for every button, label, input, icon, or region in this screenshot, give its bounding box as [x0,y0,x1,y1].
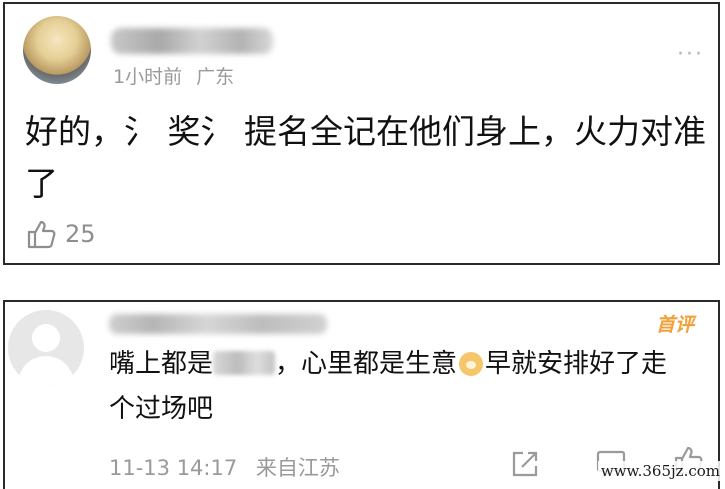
comment-time: 1小时前 [113,66,183,88]
screenshot-page: 1小时前 广东 ··· 好的，氵 奖氵 提名全记在他们身上，火力对准了 25 首… [0,0,725,489]
comment-text: 嘴上都是 ，心里都是生意 早就安排好了走个过场吧 [109,342,689,432]
like-button[interactable]: 25 [25,218,96,250]
comment-meta: 11-13 14:17 来自江苏 [109,452,352,482]
comment-date: 11-13 14:17 [109,456,238,480]
first-comment-badge: 首评 [655,314,694,336]
thumbs-up-icon [27,220,56,249]
comment-source: 来自江苏 [255,456,340,480]
comment-location: 广东 [196,66,235,88]
comment-card-1: 1小时前 广东 ··· 好的，氵 奖氵 提名全记在他们身上，火力对准了 25 [3,2,720,265]
more-icon[interactable]: ··· [677,42,704,67]
comment-text: 好的，氵 奖氵 提名全记在他们身上，火力对准了 [25,112,706,203]
comment-text-part-1: 嘴上都是 [109,349,214,379]
blurred-word [213,351,276,375]
comment-text-part-2: ，心里都是生意 [275,349,458,379]
avatar[interactable] [23,16,91,84]
avatar-shoulders-shape [18,356,74,386]
comment-meta: 1小时前 广东 [113,62,242,89]
avatar-head-shape [32,324,60,352]
share-icon[interactable] [510,449,540,479]
avatar[interactable] [8,310,84,386]
dog-emoji-icon [459,352,484,376]
watermark: www.365jz.com [597,461,723,481]
like-count: 25 [65,220,96,248]
username-blurred[interactable] [111,28,273,54]
username-blurred[interactable] [109,314,327,334]
